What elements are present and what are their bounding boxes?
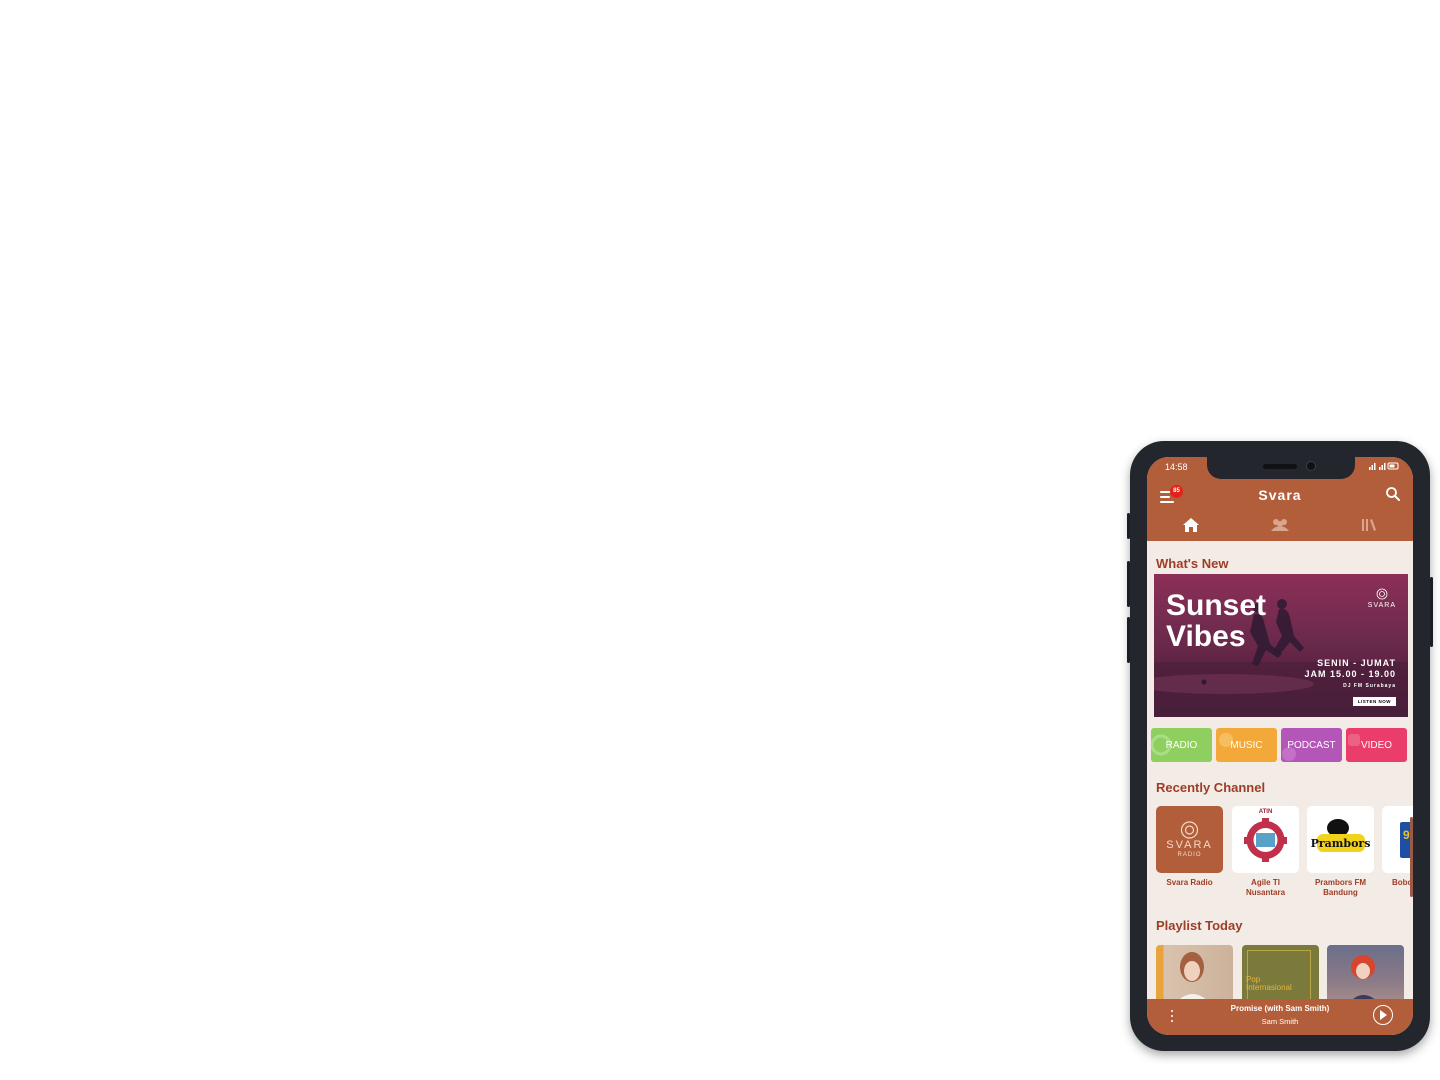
phone-volume-down-button [1127, 617, 1130, 663]
recent-channel-list: SVARA RADIO Svara Radio ATIN Agile TI Nu… [1147, 806, 1413, 906]
playlist-label: Pop Internasional [1246, 975, 1292, 992]
scroll-indicator[interactable] [1410, 817, 1413, 897]
category-music-label: MUSIC [1230, 739, 1263, 751]
channel-name: Bobo [1392, 878, 1413, 887]
listen-now-button[interactable]: LISTEN NOW [1352, 697, 1396, 706]
channel-logo-text: SVARA [1166, 839, 1213, 851]
phone-volume-up-button [1127, 561, 1130, 607]
recently-channel-title: Recently Channel [1156, 780, 1266, 795]
channel-logo: SVARA RADIO [1156, 806, 1223, 873]
banner-headline: Sunset Vibes [1166, 590, 1266, 652]
app-title: Svara [1258, 487, 1302, 503]
featured-banner[interactable]: Sunset Vibes SVARA SENIN - JUMAT JAM 15.… [1154, 574, 1408, 717]
banner-headline-line1: Sunset [1166, 589, 1267, 622]
community-icon [1271, 519, 1289, 531]
banner-station: DJ FM Surabaya [1343, 683, 1396, 689]
channel-card[interactable]: 9 Bobo [1382, 806, 1413, 888]
channel-logo: ATIN [1232, 806, 1299, 873]
banner-hours: JAM 15.00 - 19.00 [1304, 669, 1396, 679]
phone-frame: 14:58 85 Svara What's New Sunset Vibes S… [1127, 441, 1433, 1051]
category-row: RADIO MUSIC PODCAST VIDEO [1151, 728, 1413, 762]
library-icon [1362, 519, 1376, 531]
banner-headline-line2: Vibes [1166, 620, 1246, 653]
category-podcast-label: PODCAST [1287, 739, 1336, 751]
playlist-card[interactable] [1156, 945, 1233, 1005]
channel-card[interactable]: Prambors Prambors FM Bandung [1307, 806, 1374, 898]
banner-brand-logo: SVARA [1368, 588, 1396, 609]
playlist-card[interactable] [1327, 945, 1404, 1005]
channel-name: Prambors FM Bandung [1314, 878, 1367, 897]
banner-schedule: SENIN - JUMAT JAM 15.00 - 19.00 [1304, 658, 1396, 680]
channel-logo-text: 9 [1403, 828, 1410, 842]
phone-power-button [1430, 577, 1433, 647]
tab-library[interactable] [1349, 513, 1389, 537]
phone-notch [1207, 457, 1355, 479]
svara-logo-icon [1376, 588, 1388, 600]
status-time: 14:58 [1165, 462, 1188, 472]
channel-logo: Prambors [1307, 806, 1374, 873]
playlist-card[interactable]: Pop Internasional [1242, 945, 1319, 1005]
channel-logo-subtext: RADIO [1177, 852, 1202, 858]
category-music[interactable]: MUSIC [1216, 728, 1277, 762]
phone-side-button [1127, 513, 1130, 539]
channel-logo: 9 [1382, 806, 1413, 873]
category-podcast[interactable]: PODCAST [1281, 728, 1342, 762]
channel-logo-text: Prambors [1310, 837, 1371, 850]
channel-name: Svara Radio [1166, 878, 1213, 887]
home-icon [1183, 518, 1199, 532]
mini-player[interactable]: Promise (with Sam Smith) Sam Smith [1147, 999, 1413, 1035]
search-button[interactable] [1385, 486, 1403, 504]
gear-logo-icon [1244, 818, 1287, 862]
channel-logo-text: ATIN [1258, 809, 1273, 815]
signal-icon [1369, 462, 1399, 470]
tab-home[interactable] [1171, 513, 1211, 537]
search-icon [1386, 487, 1400, 501]
category-radio[interactable]: RADIO [1151, 728, 1212, 762]
category-video[interactable]: VIDEO [1346, 728, 1407, 762]
channel-card[interactable]: SVARA RADIO Svara Radio [1156, 806, 1223, 888]
status-icons [1369, 462, 1399, 472]
category-radio-label: RADIO [1165, 739, 1198, 751]
playlist-list: Pop Internasional [1156, 945, 1413, 1005]
whats-new-title: What's New [1156, 556, 1229, 571]
channel-name: Agile TI Nusantara [1245, 878, 1286, 897]
playlist-cover-image [1174, 952, 1212, 1005]
category-video-label: VIDEO [1360, 739, 1393, 751]
app-screen: 14:58 85 Svara What's New Sunset Vibes S… [1147, 457, 1413, 1035]
speaker-grille [1263, 464, 1297, 469]
playlist-cover-image [1347, 955, 1381, 1005]
play-icon [1380, 1010, 1387, 1020]
banner-days: SENIN - JUMAT [1317, 658, 1396, 668]
tab-bar [1147, 509, 1413, 541]
tab-community[interactable] [1260, 513, 1300, 537]
banner-brand-text: SVARA [1367, 602, 1396, 609]
front-camera [1306, 461, 1316, 471]
play-button[interactable] [1373, 1005, 1393, 1025]
playlist-today-title: Playlist Today [1156, 918, 1243, 933]
channel-card[interactable]: ATIN Agile TI Nusantara [1232, 806, 1299, 898]
